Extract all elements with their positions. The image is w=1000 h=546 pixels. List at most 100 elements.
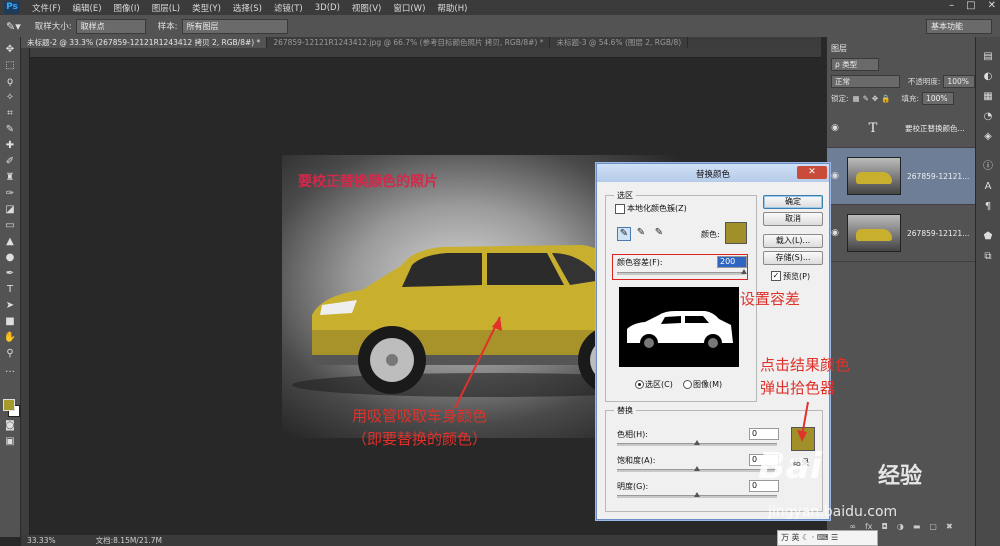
layer-row-text[interactable]: ◉ T 要校正替换颜色...: [827, 109, 975, 148]
minimize-icon[interactable]: –: [949, 0, 954, 11]
text-layer-icon: T: [868, 120, 878, 136]
menu-help[interactable]: 帮助(H): [431, 2, 473, 14]
layer-thumbnail: [847, 157, 901, 195]
dodge-tool-icon[interactable]: ●: [3, 251, 17, 265]
marquee-tool-icon[interactable]: ⬚: [3, 59, 17, 73]
doc-tab-3[interactable]: 未标题-3 @ 54.6% (图层 2, RGB/8): [550, 37, 689, 48]
preview-checkbox[interactable]: ✓: [771, 271, 781, 281]
adjustments-icon[interactable]: ◔: [982, 111, 994, 123]
eyedropper-plus-icon[interactable]: ✎: [635, 227, 647, 239]
menu-edit[interactable]: 编辑(E): [67, 2, 108, 14]
type-tool-icon[interactable]: T: [3, 283, 17, 297]
load-button[interactable]: 载入(L)...: [763, 234, 823, 248]
menu-bar: Ps 文件(F) 编辑(E) 图像(I) 图层(L) 类型(Y) 选择(S) 滤…: [0, 0, 1000, 15]
ime-toolbar[interactable]: 万 英 ☾ · ⌨ ☰: [777, 530, 878, 546]
history-icon[interactable]: ▤: [982, 51, 994, 63]
paths-icon[interactable]: ⬟: [982, 231, 994, 243]
doc-size[interactable]: 文档:8.15M/21.7M: [96, 535, 162, 546]
sample-size-select[interactable]: 取样点: [75, 18, 146, 34]
eyedropper-minus-icon[interactable]: ✎: [653, 227, 665, 239]
watermark-url: jingyan.baidu.com: [768, 504, 898, 520]
zoom-level[interactable]: 33.33%: [27, 536, 56, 545]
extra-tools-icon[interactable]: …: [3, 363, 17, 377]
character-icon[interactable]: A: [982, 181, 994, 193]
brush-tool-icon[interactable]: ✐: [3, 155, 17, 169]
doc-tab-2[interactable]: 267859-12121R1243412.jpg @ 66.7% (参考目标颜色…: [267, 37, 551, 48]
dialog-titlebar[interactable]: 替换颜色 ✕: [597, 164, 829, 182]
hand-tool-icon[interactable]: ✋: [3, 331, 17, 345]
blend-mode-select[interactable]: 正常: [831, 75, 900, 88]
saturation-slider[interactable]: [617, 466, 777, 472]
photoshop-logo: Ps: [4, 1, 20, 14]
eraser-tool-icon[interactable]: ◪: [3, 203, 17, 217]
eyedropper-tool-icon[interactable]: ✎▾: [6, 20, 21, 33]
menu-view[interactable]: 视图(V): [346, 2, 387, 14]
layer-row-image[interactable]: ◉ 267859-12121...: [827, 205, 975, 262]
move-tool-icon[interactable]: ✥: [3, 43, 17, 57]
path-select-icon[interactable]: ➤: [3, 299, 17, 313]
vertical-ruler: [21, 48, 30, 535]
channels-icon[interactable]: ⧉: [982, 251, 994, 263]
slider-thumb[interactable]: [694, 466, 700, 471]
screen-mode-icon[interactable]: ▣: [3, 435, 17, 449]
layer-row-image-selected[interactable]: ◉ 267859-12121...: [827, 148, 975, 205]
maximize-icon[interactable]: □: [966, 0, 975, 11]
foreground-color-swatch[interactable]: [3, 399, 15, 411]
radio-selection[interactable]: [635, 380, 644, 389]
styles-icon[interactable]: ◈: [982, 131, 994, 143]
quick-select-tool-icon[interactable]: ✧: [3, 91, 17, 105]
menu-file[interactable]: 文件(F): [26, 2, 67, 14]
annotation-click-result-line1: 点击结果颜色: [760, 356, 851, 374]
layer-filter-select[interactable]: ρ 类型: [831, 58, 879, 71]
swatches-icon[interactable]: ▦: [982, 91, 994, 103]
healing-brush-icon[interactable]: ✚: [3, 139, 17, 153]
menu-window[interactable]: 窗口(W): [387, 2, 431, 14]
menu-3d[interactable]: 3D(D): [309, 3, 346, 13]
opacity-input[interactable]: 100%: [943, 75, 975, 88]
menu-select[interactable]: 选择(S): [227, 2, 268, 14]
menu-image[interactable]: 图像(I): [108, 2, 146, 14]
close-window-icon[interactable]: ✕: [988, 0, 996, 11]
radio-image[interactable]: [683, 380, 692, 389]
quick-mask-icon[interactable]: ◙: [3, 419, 17, 433]
slider-thumb[interactable]: [694, 492, 700, 497]
lock-icons[interactable]: ▦✎✥🔒: [853, 94, 894, 103]
zoom-tool-icon[interactable]: ⚲: [3, 347, 17, 361]
gradient-tool-icon[interactable]: ▭: [3, 219, 17, 233]
sample-select[interactable]: 所有图层: [181, 18, 288, 34]
info-icon[interactable]: ⓘ: [982, 161, 994, 173]
layers-tab[interactable]: 图层: [831, 43, 847, 54]
slider-thumb[interactable]: [694, 440, 700, 445]
doc-tab-1[interactable]: 未标题-2 @ 33.3% (267859-12121R1243412 拷贝 2…: [21, 37, 268, 48]
annotation-eyedropper-line1: 用吸管吸取车身颜色: [352, 407, 488, 425]
menu-type[interactable]: 类型(Y): [186, 2, 227, 14]
menu-layer[interactable]: 图层(L): [146, 2, 186, 14]
visibility-eye-icon[interactable]: ◉: [827, 123, 843, 133]
lasso-tool-icon[interactable]: ϙ: [3, 75, 17, 89]
selection-color-swatch[interactable]: [725, 222, 747, 244]
status-bar: 33.33% 文档:8.15M/21.7M: [21, 535, 821, 546]
blur-tool-icon[interactable]: ▲: [3, 235, 17, 249]
cancel-button[interactable]: 取消: [763, 212, 823, 226]
history-brush-icon[interactable]: ✑: [3, 187, 17, 201]
eyedropper-icon[interactable]: ✎: [617, 227, 631, 241]
shape-tool-icon[interactable]: ■: [3, 315, 17, 329]
eyedropper-icon[interactable]: ✎: [3, 123, 17, 137]
lightness-slider[interactable]: [617, 492, 777, 498]
replacement-group-label: 替换: [614, 405, 636, 416]
save-button[interactable]: 存储(S)...: [763, 251, 823, 265]
hue-slider[interactable]: [617, 440, 777, 446]
close-icon[interactable]: ✕: [797, 166, 827, 179]
paragraph-icon[interactable]: ¶: [982, 201, 994, 213]
pen-tool-icon[interactable]: ✒: [3, 267, 17, 281]
ok-button[interactable]: 确定: [763, 195, 823, 209]
localized-clusters-checkbox[interactable]: [615, 204, 625, 214]
crop-tool-icon[interactable]: ⌗: [3, 107, 17, 121]
menu-filter[interactable]: 滤镜(T): [268, 2, 309, 14]
workspace-select[interactable]: 基本功能: [926, 19, 992, 34]
color-icon[interactable]: ◐: [982, 71, 994, 83]
ime-mode[interactable]: 英: [792, 533, 800, 542]
clone-stamp-icon[interactable]: ♜: [3, 171, 17, 185]
fill-input[interactable]: 100%: [922, 92, 955, 105]
ime-tools-icon[interactable]: ☾ · ⌨ ☰: [802, 533, 838, 542]
